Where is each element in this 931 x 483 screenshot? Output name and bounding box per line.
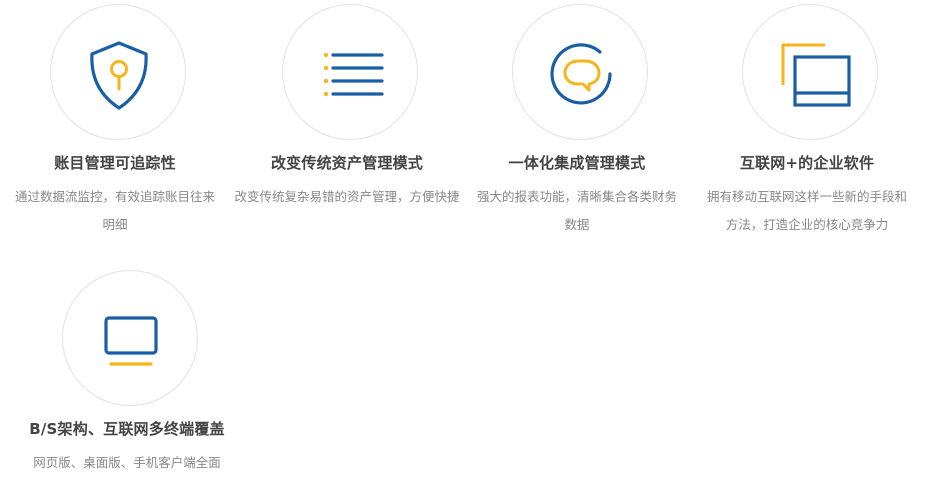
icon-circle [512, 4, 648, 140]
feature-desc: 强大的报表功能，清晰集合各类财务数据 [476, 189, 677, 232]
list-icon [323, 52, 384, 97]
feature-title: 一体化集成管理模式 [508, 154, 646, 172]
icon-circle [742, 4, 878, 140]
chat-bubble-icon [550, 43, 612, 105]
feature-desc: 拥有移动互联网这样一些新的手段和方法，打造企业的核心竞争力 [706, 189, 907, 232]
feature-desc: 网页版、桌面版、手机客户端全面 [33, 455, 221, 470]
icon-circle [50, 4, 186, 140]
shield-key-icon [90, 41, 148, 110]
feature-desc: 改变传统复杂易错的资产管理，方便快捷 [234, 189, 460, 204]
monitor-icon [104, 316, 158, 366]
windows-icon [781, 43, 851, 107]
icon-circle [282, 4, 418, 140]
feature-desc: 通过数据流监控，有效追踪账目往来明细 [14, 189, 215, 232]
feature-title: B/S架构、互联网多终端覆盖 [29, 420, 225, 438]
feature-title: 账目管理可追踪性 [54, 154, 176, 172]
feature-title: 互联网+的企业软件 [739, 154, 875, 172]
icon-circle [62, 270, 198, 406]
feature-title: 改变传统资产管理模式 [270, 154, 423, 172]
